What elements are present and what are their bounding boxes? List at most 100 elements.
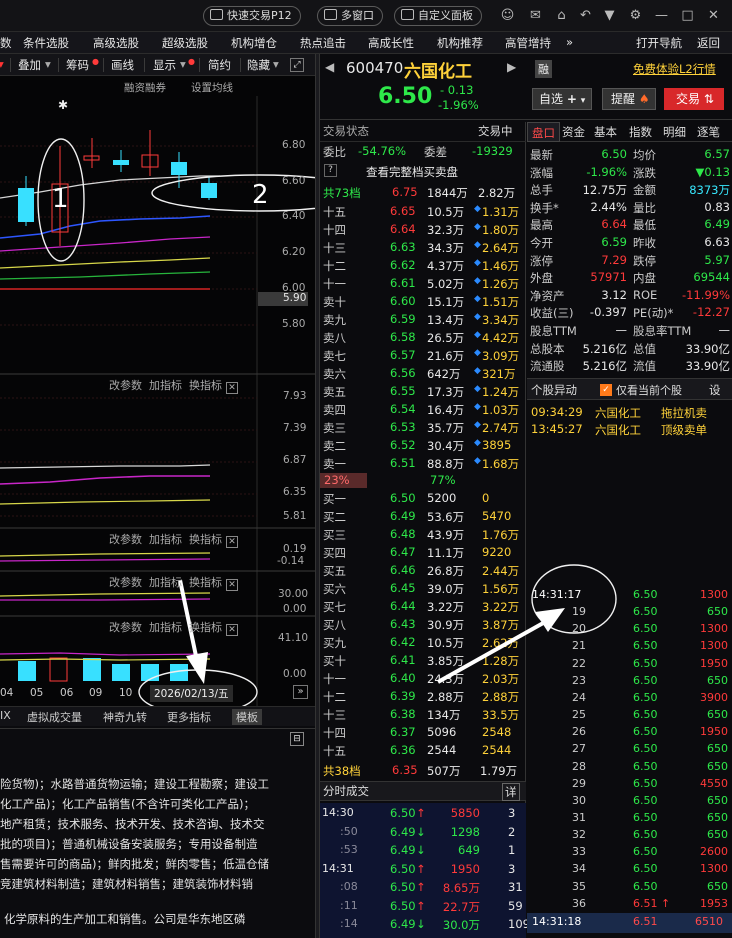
change-indicator-link[interactable]: 换指标 bbox=[189, 533, 222, 546]
toolbar-overlay[interactable]: 叠加 bbox=[18, 57, 41, 73]
menu-item[interactable]: 高级选股 bbox=[93, 35, 139, 51]
fenshi-detail-button[interactable]: 详 bbox=[502, 783, 520, 801]
buy-level-row[interactable]: 买七 6.44 3.22万 3.22万 bbox=[320, 598, 526, 616]
add-indicator-link[interactable]: 加指标 bbox=[149, 533, 182, 546]
back-icon[interactable]: ↶ bbox=[578, 8, 593, 23]
sell-level-row[interactable]: 十一 6.61 5.02万 ◆ 1.26万 bbox=[320, 275, 526, 293]
sell-level-row[interactable]: 卖二 6.52 30.4万 ◆ 3895 bbox=[320, 437, 526, 455]
settings-icon[interactable]: ⚙ bbox=[628, 8, 643, 23]
buy-level-row[interactable]: 买三 6.48 43.9万 1.76万 bbox=[320, 526, 526, 544]
close-icon[interactable]: ✕ bbox=[226, 536, 238, 548]
view-full-book[interactable]: ? 查看完整档买卖盘 bbox=[320, 163, 526, 181]
buy-level-row[interactable]: 买五 6.46 26.8万 2.44万 bbox=[320, 562, 526, 580]
change-indicator-link[interactable]: 换指标 bbox=[189, 621, 222, 634]
change-indicator-link[interactable]: 换指标 bbox=[189, 379, 222, 392]
maximize-icon[interactable]: □ bbox=[680, 8, 695, 23]
menu-item[interactable]: 热点追击 bbox=[300, 35, 346, 51]
mail-icon[interactable]: ✉ bbox=[528, 8, 543, 23]
close-icon[interactable]: ✕ bbox=[226, 579, 238, 591]
menu-item[interactable]: 数 bbox=[0, 35, 12, 51]
sell-level-row[interactable]: 十三 6.63 34.3万 ◆ 2.64万 bbox=[320, 239, 526, 257]
menu-item[interactable]: 高成长性 bbox=[368, 35, 414, 51]
menu-item[interactable]: 机构推荐 bbox=[437, 35, 483, 51]
checkbox-icon[interactable]: ✓ bbox=[600, 384, 612, 396]
toolbar-dropdown-icon[interactable]: ▾ bbox=[0, 57, 4, 71]
buy-level-row[interactable]: 买十 6.41 3.85万 1.28万 bbox=[320, 652, 526, 670]
tab-magic-nine[interactable]: 神奇九转 bbox=[103, 709, 147, 725]
toolbar-hide[interactable]: 隐藏 bbox=[247, 57, 270, 73]
watchlist-button[interactable]: 自选 + ▾ bbox=[532, 88, 592, 110]
buy-level-row[interactable]: 买四 6.47 11.1万 9220 bbox=[320, 544, 526, 562]
user-icon[interactable]: ☺ bbox=[500, 8, 515, 23]
close-icon[interactable]: ✕ bbox=[226, 624, 238, 636]
toolbar-display[interactable]: 显示 bbox=[153, 57, 176, 73]
sell-level-row[interactable]: 十二 6.62 4.37万 ◆ 1.46万 bbox=[320, 257, 526, 275]
buy-level-row[interactable]: 买九 6.42 10.5万 2.62万 bbox=[320, 634, 526, 652]
tab-virtual-volume[interactable]: 虚拟成交量 bbox=[27, 709, 82, 725]
change-indicator-link[interactable]: 换指标 bbox=[189, 576, 222, 589]
expand-icon[interactable]: ⤢ bbox=[290, 58, 304, 72]
toolbar-chips[interactable]: 筹码 bbox=[66, 57, 89, 73]
menu-back[interactable]: 返回 bbox=[697, 35, 720, 51]
menu-open-nav[interactable]: 打开导航 bbox=[636, 35, 682, 51]
tab-detail[interactable]: 明细 bbox=[663, 124, 686, 140]
tab-template[interactable]: 模板 bbox=[232, 709, 262, 725]
edit-params-link[interactable]: 改参数 bbox=[109, 533, 142, 546]
menu-item[interactable]: 超级选股 bbox=[162, 35, 208, 51]
quick-trade-button[interactable]: 快速交易P12 bbox=[203, 6, 301, 26]
buy-level-row[interactable]: 买二 6.49 53.6万 5470 bbox=[320, 508, 526, 526]
sell-level-row[interactable]: 卖四 6.54 16.4万 ◆ 1.03万 bbox=[320, 401, 526, 419]
alert-settings-button[interactable]: 设 bbox=[709, 382, 721, 398]
sell-level-row[interactable]: 卖十 6.60 15.1万 ◆ 1.51万 bbox=[320, 293, 526, 311]
sell-level-row[interactable]: 卖五 6.55 17.3万 ◆ 1.24万 bbox=[320, 383, 526, 401]
edit-params-link[interactable]: 改参数 bbox=[109, 621, 142, 634]
trade-button[interactable]: 交易 ⇅ bbox=[664, 88, 724, 110]
menu-item[interactable]: 机构增仓 bbox=[231, 35, 277, 51]
close-icon[interactable]: ✕ bbox=[706, 8, 721, 23]
sell-level-row[interactable]: 卖八 6.58 26.5万 ◆ 4.42万 bbox=[320, 329, 526, 347]
edit-params-link[interactable]: 改参数 bbox=[109, 576, 142, 589]
collapse-icon[interactable]: ⊟ bbox=[290, 732, 304, 746]
buy-level-row[interactable]: 买一 6.50 5200 0 bbox=[320, 490, 526, 508]
sell-level-row[interactable]: 卖七 6.57 21.6万 ◆ 3.09万 bbox=[320, 347, 526, 365]
buy-level-row[interactable]: 十二 6.39 2.88万 2.88万 bbox=[320, 688, 526, 706]
tab-funds[interactable]: 资金 bbox=[562, 124, 585, 140]
sell-level-row[interactable]: 十四 6.64 32.3万 ◆ 1.80万 bbox=[320, 221, 526, 239]
scroll-right-icon[interactable]: » bbox=[293, 685, 308, 699]
next-stock-icon[interactable]: ▶ bbox=[507, 60, 516, 74]
sell-level-row[interactable]: 卖三 6.53 35.7万 ◆ 2.74万 bbox=[320, 419, 526, 437]
buy-level-row[interactable]: 买八 6.43 30.9万 3.87万 bbox=[320, 616, 526, 634]
prev-stock-icon[interactable]: ◀ bbox=[325, 60, 334, 74]
multi-window-button[interactable]: 多窗口 bbox=[317, 6, 383, 26]
sell-level-row[interactable]: 卖九 6.59 13.4万 ◆ 3.34万 bbox=[320, 311, 526, 329]
tab-ix[interactable]: IX bbox=[0, 709, 11, 722]
toolbar-simple[interactable]: 简约 bbox=[208, 57, 231, 73]
menu-item[interactable]: 高管增持 bbox=[505, 35, 551, 51]
add-indicator-link[interactable]: 加指标 bbox=[149, 621, 182, 634]
alert-row[interactable]: 09:34:29 六国化工 拖拉机卖 bbox=[527, 404, 732, 421]
close-icon[interactable]: ✕ bbox=[226, 382, 238, 394]
alert-button[interactable]: 提醒 ♠ bbox=[602, 88, 656, 110]
tab-pankou[interactable]: 盘口 bbox=[527, 122, 560, 142]
add-indicator-link[interactable]: 加指标 bbox=[149, 379, 182, 392]
buy-level-row[interactable]: 十五 6.36 2544 2544 bbox=[320, 742, 526, 760]
toolbar-draw[interactable]: 画线 bbox=[111, 57, 134, 73]
buy-level-row[interactable]: 十四 6.37 5096 2548 bbox=[320, 724, 526, 742]
menu-item[interactable]: 条件选股 bbox=[23, 35, 69, 51]
tab-index[interactable]: 指数 bbox=[629, 124, 652, 140]
home-icon[interactable]: ⌂ bbox=[554, 8, 569, 23]
buy-level-row[interactable]: 买六 6.45 39.0万 1.56万 bbox=[320, 580, 526, 598]
buy-level-row[interactable]: 十一 6.40 24.3万 2.03万 bbox=[320, 670, 526, 688]
alert-filter-label[interactable]: 仅看当前个股 bbox=[616, 382, 682, 398]
help-icon[interactable]: ? bbox=[324, 164, 337, 177]
kline-chart[interactable]: 融资融券 设置均线 ✱ 1 2 6.80 6.60 6.40 6.20 6.00… bbox=[0, 76, 315, 706]
menu-more[interactable]: » bbox=[566, 35, 573, 49]
add-indicator-link[interactable]: 加指标 bbox=[149, 576, 182, 589]
alert-row[interactable]: 13:45:27 六国化工 顶级卖单 bbox=[527, 421, 732, 438]
shirt-icon[interactable]: ▼ bbox=[602, 8, 617, 23]
tab-basic[interactable]: 基本 bbox=[594, 124, 617, 140]
sell-level-row[interactable]: 卖一 6.51 88.8万 ◆ 1.68万 bbox=[320, 455, 526, 473]
custom-panel-button[interactable]: 自定义面板 bbox=[394, 6, 482, 26]
minimize-icon[interactable]: — bbox=[654, 8, 669, 23]
l2-trial-link[interactable]: 免费体验L2行情 bbox=[633, 61, 716, 77]
